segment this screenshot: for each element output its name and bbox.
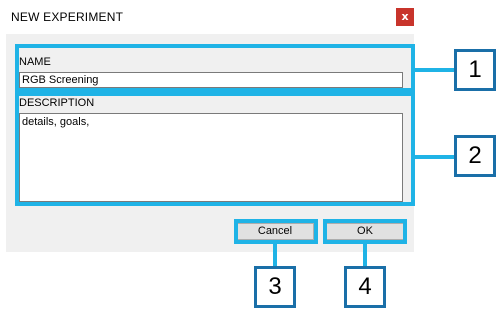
name-label: NAME: [19, 56, 51, 68]
dialog-title: NEW EXPERIMENT: [11, 10, 124, 24]
name-input[interactable]: RGB Screening: [19, 72, 403, 88]
description-label: DESCRIPTION: [19, 97, 95, 109]
cancel-button[interactable]: Cancel: [236, 223, 314, 240]
title-bar: NEW EXPERIMENT x: [0, 0, 420, 34]
connector-line-1: [414, 68, 454, 72]
callout-3: 3: [254, 266, 296, 308]
callout-4: 4: [344, 266, 386, 308]
callout-2: 2: [454, 135, 496, 177]
close-button[interactable]: x: [396, 8, 414, 26]
ok-button[interactable]: OK: [326, 223, 404, 240]
connector-line-4: [363, 243, 367, 267]
connector-line-2: [414, 155, 454, 159]
connector-line-3: [273, 243, 277, 267]
description-textarea[interactable]: details, goals,: [19, 113, 403, 202]
callout-1: 1: [454, 49, 496, 91]
new-experiment-dialog: NEW EXPERIMENT x NAME RGB Screening DESC…: [0, 0, 420, 258]
close-icon: x: [401, 10, 409, 23]
